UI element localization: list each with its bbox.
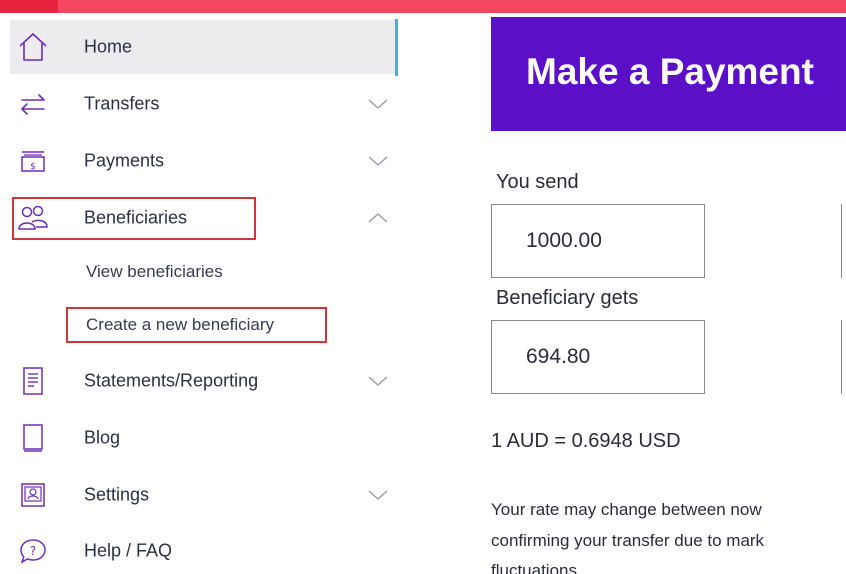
top-accent-bar: [0, 0, 846, 13]
you-send-label: You send: [496, 171, 579, 193]
sidebar-item-home[interactable]: Home: [10, 20, 398, 74]
highlight-box-create-beneficiary: [66, 307, 327, 343]
you-send-currency-select[interactable]: [841, 204, 846, 278]
chevron-up-icon[interactable]: [366, 211, 390, 225]
top-accent-bar-left: [0, 0, 58, 13]
sidebar-item-statements[interactable]: Statements/Reporting: [10, 354, 398, 408]
sidebar-item-label: Statements/Reporting: [84, 370, 259, 391]
main-content: Make a Payment You send Beneficiary gets…: [400, 13, 846, 574]
page-title: Make a Payment: [526, 51, 814, 92]
sidebar-item-label: Home: [84, 36, 133, 57]
sidebar-item-label: Blog: [84, 427, 121, 448]
sidebar-item-label: Payments: [84, 150, 165, 171]
page-banner: Make a Payment: [491, 17, 846, 131]
document-icon: [16, 364, 50, 398]
submenu-item-view-beneficiaries[interactable]: View beneficiaries: [86, 262, 223, 282]
exchange-rate: 1 AUD = 0.6948 USD: [491, 430, 681, 452]
svg-text:?: ?: [30, 544, 36, 558]
rate-note-line: fluctuations: [491, 561, 577, 574]
svg-text:$: $: [30, 162, 36, 172]
sidebar-item-label: Transfers: [84, 93, 160, 114]
sidebar-item-help[interactable]: ? Help / FAQ: [10, 524, 398, 574]
chevron-down-icon[interactable]: [366, 374, 390, 388]
help-icon: ?: [16, 534, 50, 568]
rate-note-line: confirming your transfer due to mark: [491, 531, 765, 550]
sidebar-item-transfers[interactable]: Transfers: [10, 77, 398, 131]
transfer-arrows-icon: [16, 87, 50, 121]
highlight-box-beneficiaries: [12, 197, 256, 240]
you-send-input[interactable]: [492, 205, 704, 277]
beneficiary-gets-currency-select[interactable]: [841, 320, 846, 394]
sidebar-item-settings[interactable]: Settings: [10, 468, 398, 522]
sidebar-nav: Home Transfers $ Payments Beneficiaries …: [0, 13, 400, 574]
book-icon: [16, 421, 50, 455]
chevron-down-icon[interactable]: [366, 488, 390, 502]
payment-icon: $: [16, 144, 50, 178]
sidebar-item-label: Help / FAQ: [84, 540, 173, 561]
beneficiary-gets-field[interactable]: [491, 320, 705, 394]
settings-icon: [16, 478, 50, 512]
home-icon: [16, 30, 50, 64]
sidebar-item-blog[interactable]: Blog: [10, 411, 398, 465]
rate-note-line: Your rate may change between now: [491, 500, 762, 519]
beneficiary-gets-label: Beneficiary gets: [496, 287, 639, 309]
chevron-down-icon[interactable]: [366, 97, 390, 111]
sidebar-item-label: Settings: [84, 484, 150, 505]
chevron-down-icon[interactable]: [366, 154, 390, 168]
beneficiary-gets-input[interactable]: [492, 321, 704, 393]
you-send-field[interactable]: [491, 204, 705, 278]
active-indicator: [395, 19, 398, 76]
sidebar-item-payments[interactable]: $ Payments: [10, 134, 398, 188]
